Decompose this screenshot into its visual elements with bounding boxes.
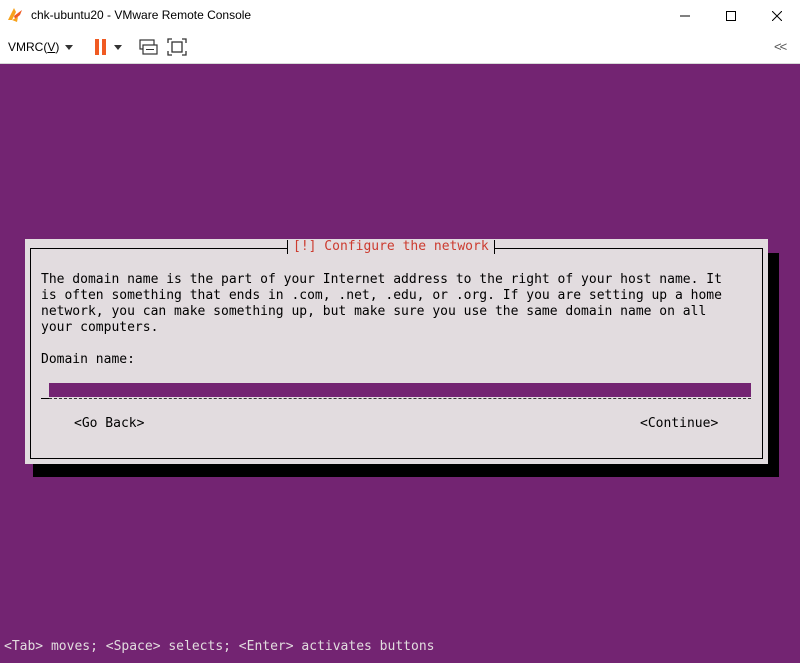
toolbar: VMRC(V) << xyxy=(0,31,800,64)
maximize-icon xyxy=(726,10,736,21)
field-underline xyxy=(49,398,751,399)
text-cursor xyxy=(41,398,49,399)
close-button[interactable] xyxy=(754,0,800,31)
domain-name-input[interactable] xyxy=(41,383,751,399)
vmrc-menu-label-suffix: ) xyxy=(55,40,60,54)
chevron-down-icon xyxy=(65,44,74,50)
chevron-down-icon[interactable] xyxy=(114,44,122,50)
configure-network-dialog: [!] Configure the network The domain nam… xyxy=(25,239,768,464)
dialog-title: [!] Configure the network xyxy=(287,239,495,255)
pause-button[interactable] xyxy=(91,37,127,57)
domain-name-field[interactable] xyxy=(49,383,751,397)
maximize-button[interactable] xyxy=(708,0,754,31)
vmrc-menu-button[interactable]: VMRC(V) xyxy=(8,39,74,55)
key-help-status-line: <Tab> moves; <Space> selects; <Enter> ac… xyxy=(4,639,435,654)
continue-button[interactable]: <Continue> xyxy=(640,416,718,432)
console-screen[interactable]: [!] Configure the network The domain nam… xyxy=(0,64,800,663)
dialog-description: The domain name is the part of your Inte… xyxy=(41,272,722,335)
pause-icon xyxy=(95,39,106,55)
close-icon xyxy=(772,10,782,21)
vmrc-menu-label-prefix: VMRC( xyxy=(8,40,48,54)
fullscreen-icon[interactable] xyxy=(167,38,187,56)
send-ctrl-alt-del-icon[interactable] xyxy=(138,38,158,56)
vmrc-menu-accelerator: V xyxy=(47,40,56,54)
vmware-app-icon xyxy=(8,8,22,22)
minimize-button[interactable] xyxy=(662,0,708,31)
title-bar: chk-ubuntu20 - VMware Remote Console xyxy=(0,0,800,31)
collapse-toolbar-button[interactable]: << xyxy=(774,39,787,54)
go-back-button[interactable]: <Go Back> xyxy=(74,416,144,432)
domain-name-label: Domain name: xyxy=(41,352,135,367)
window-title: chk-ubuntu20 - VMware Remote Console xyxy=(31,8,252,22)
minimize-icon xyxy=(680,15,690,16)
